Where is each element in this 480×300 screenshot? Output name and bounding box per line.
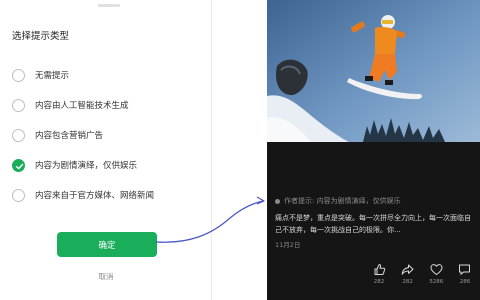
comment-count: 286 (459, 279, 471, 285)
notice-text: 作者提示: 内容为剧情演绎，仅供娱乐 (284, 197, 401, 205)
like-icon (374, 264, 385, 275)
check-icon (15, 163, 24, 169)
post-actions: 282 282 5286 286 (367, 263, 477, 295)
option-label: 内容由人工智能技术生成 (35, 101, 129, 111)
option-dramatization[interactable]: 内容为剧情演绎，仅供娱乐 (12, 150, 207, 180)
like-button[interactable]: 282 (367, 263, 391, 295)
radio-unchecked-icon[interactable] (12, 68, 25, 82)
option-label: 无需提示 (35, 71, 70, 81)
dialog-title: 选择提示类型 (12, 31, 70, 42)
prompt-type-dialog: 选择提示类型 无需提示 内容由人工智能技术生成 内容包含营销广告 内容为剧情演绎… (0, 0, 212, 300)
option-label: 内容为剧情演绎，仅供娱乐 (35, 161, 138, 171)
confirm-button[interactable]: 确定 (57, 232, 157, 257)
favorite-icon (430, 264, 443, 275)
like-count: 282 (373, 279, 385, 285)
snowboarder-image (267, 0, 480, 142)
post-preview: 作者提示: 内容为剧情演绎，仅供娱乐 痛点不是梦，重点是突破。每一次拼尽全力向上… (267, 0, 480, 300)
drag-handle[interactable] (98, 4, 120, 7)
notice-dot-icon (275, 198, 280, 204)
favorite-button[interactable]: 5286 (424, 263, 448, 295)
author-notice: 作者提示: 内容为剧情演绎，仅供娱乐 (275, 196, 475, 206)
radio-unchecked-icon[interactable] (12, 188, 25, 202)
comment-icon (459, 264, 471, 275)
post-description: 痛点不是梦，重点是突破。每一次拼尽全力向上，每一次面临自己不放弃，每一次挑战自己… (275, 214, 471, 234)
post-caption: 作者提示: 内容为剧情演绎，仅供娱乐 痛点不是梦，重点是突破。每一次拼尽全力向上… (275, 196, 475, 249)
post-date: 11月2日 (275, 241, 301, 249)
radio-unchecked-icon[interactable] (12, 98, 25, 112)
option-marketing-ad[interactable]: 内容包含营销广告 (12, 120, 207, 150)
favorite-count: 5286 (429, 279, 444, 285)
cancel-link[interactable]: 取消 (0, 271, 212, 282)
connector-arrow (155, 196, 265, 243)
radio-checked-icon[interactable] (12, 158, 25, 172)
comment-button[interactable]: 286 (453, 263, 477, 295)
share-icon (401, 264, 414, 275)
option-label: 内容包含营销广告 (35, 131, 104, 141)
radio-unchecked-icon[interactable] (12, 128, 25, 142)
share-count: 282 (402, 279, 413, 285)
option-ai-generated[interactable]: 内容由人工智能技术生成 (12, 90, 207, 120)
option-label: 内容来自于官方媒体、网络新闻 (35, 191, 155, 201)
share-button[interactable]: 282 (396, 263, 420, 295)
option-no-prompt[interactable]: 无需提示 (12, 60, 207, 90)
